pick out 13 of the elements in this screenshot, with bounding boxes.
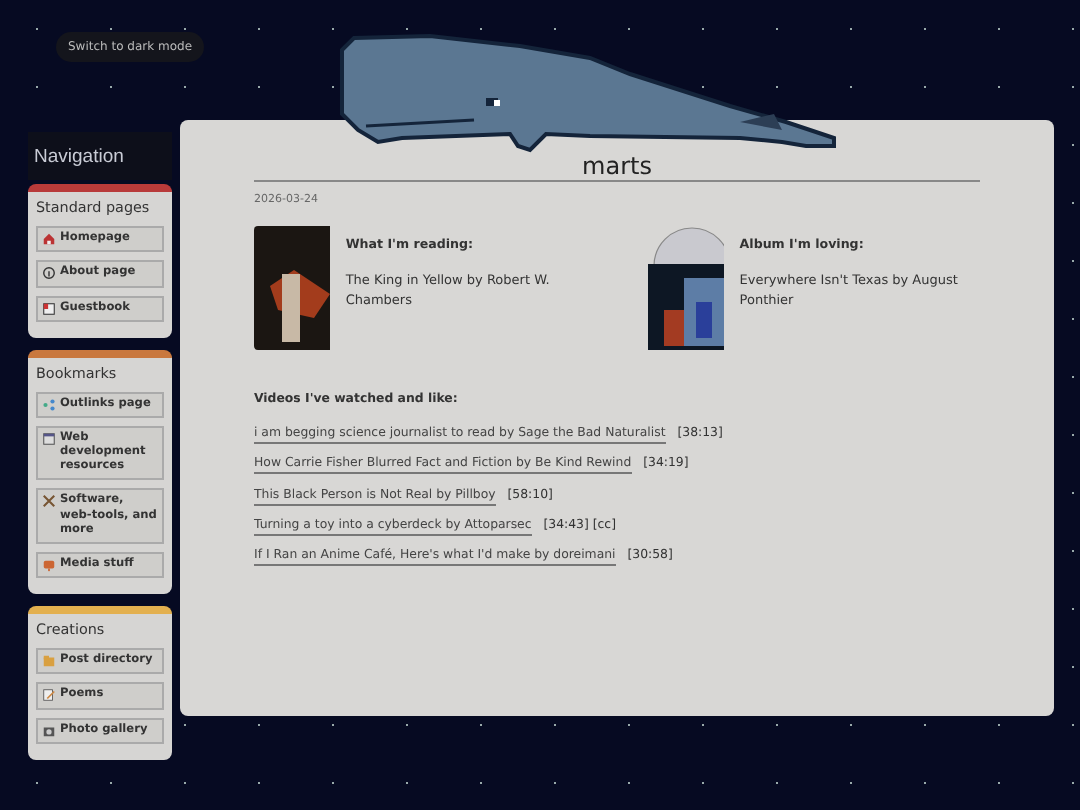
info-icon [42, 266, 56, 281]
folder-icon [42, 654, 56, 669]
book-cover-placeholder [254, 225, 330, 350]
book-icon [42, 301, 56, 316]
album-cover-drawing [647, 225, 724, 350]
camera-icon [42, 723, 56, 738]
post-title: marts [254, 152, 980, 183]
tv-icon [42, 558, 56, 573]
sidebar-heading: Navigation [28, 132, 172, 181]
house-icon [42, 232, 56, 247]
window-icon [42, 431, 56, 446]
share-icon [42, 397, 56, 412]
pencil-icon [42, 688, 56, 703]
